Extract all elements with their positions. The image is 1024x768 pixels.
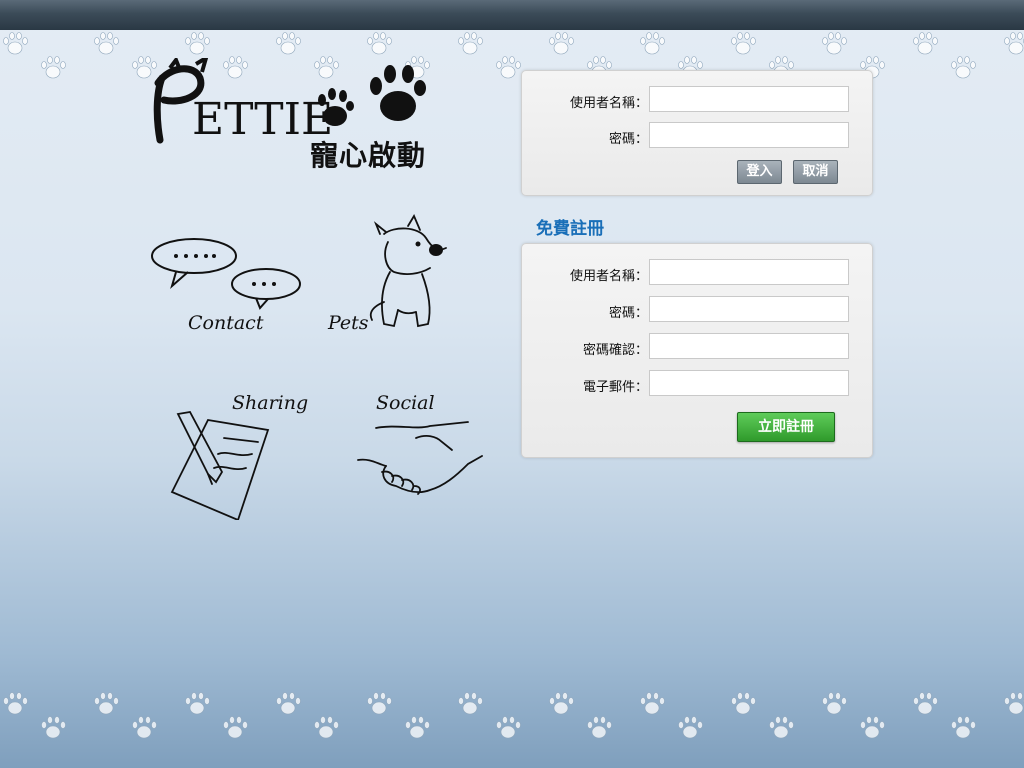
paw-print-icon [404,716,430,740]
paw-print-icon [586,716,612,740]
speech-bubbles-icon [151,238,301,310]
paw-print-icon [548,32,574,56]
paw-prints-icon [318,65,426,126]
paw-print-icon [40,716,66,740]
paw-print-icon [2,32,28,56]
paw-print-icon [457,32,483,56]
register-password-input[interactable] [649,296,849,322]
paw-print-icon [730,692,756,716]
register-submit-button[interactable]: 立即註冊 [737,412,835,442]
paw-print-icon [184,32,210,56]
register-username-label: 使用者名稱： [569,269,648,284]
paw-print-icon [768,716,794,740]
feature-pets: Pets [328,212,458,337]
paw-print-icon [366,692,392,716]
paw-print-icon [93,692,119,716]
register-username-row: 使用者名稱： [522,259,872,287]
feature-social: Social [356,392,486,512]
paw-print-icon [495,56,521,80]
login-username-input[interactable] [649,86,849,112]
login-username-label: 使用者名稱： [569,96,648,111]
paw-print-icon [548,692,574,716]
paw-print-icon [912,692,938,716]
feature-contact-label: Contact [188,312,264,334]
register-confirm-label: 密碼確認： [582,343,648,358]
feature-pets-label: Pets [328,312,369,334]
paw-print-icon [275,692,301,716]
login-password-input[interactable] [649,122,849,148]
login-username-row: 使用者名稱： [522,86,872,114]
register-title: 免費註冊 [536,219,604,239]
pen-paper-icon [170,411,270,520]
paw-print-icon [457,692,483,716]
paw-print-icon [821,692,847,716]
paw-print-icon [1003,692,1024,716]
paw-print-icon [821,32,847,56]
register-email-row: 電子郵件： [522,370,872,398]
paw-print-icon [222,716,248,740]
paw-print-icon [184,692,210,716]
paw-print-icon [639,692,665,716]
paw-pattern-bottom [0,690,1024,740]
login-button[interactable]: 登入 [737,160,782,184]
paw-print-icon [1003,32,1024,56]
feature-sharing: Sharing [168,392,318,527]
paw-print-icon [93,32,119,56]
logo-tagline: 寵心啟動 [310,139,427,172]
register-confirm-input[interactable] [649,333,849,359]
pettie-logo: ETTIE 寵心啟動 [150,58,440,173]
register-email-input[interactable] [649,370,849,396]
handshake-icon [357,421,483,495]
register-password-label: 密碼： [608,306,648,321]
paw-print-icon [912,32,938,56]
paw-print-icon [859,716,885,740]
feature-social-label: Social [376,392,435,414]
login-password-row: 密碼： [522,122,872,150]
paw-print-icon [131,716,157,740]
register-username-input[interactable] [649,259,849,285]
register-email-label: 電子郵件： [582,380,648,395]
register-panel: 使用者名稱： 密碼： 密碼確認： 電子郵件： 立即註冊 [521,243,873,458]
paw-print-icon [313,716,339,740]
paw-print-icon [2,692,28,716]
paw-print-icon [677,716,703,740]
paw-print-icon [950,716,976,740]
cancel-button[interactable]: 取消 [793,160,838,184]
feature-contact: Contact [148,232,308,337]
login-panel: 使用者名稱： 密碼： 登入 取消 [521,70,873,196]
paw-print-icon [639,32,665,56]
login-password-label: 密碼： [608,132,648,147]
register-confirm-row: 密碼確認： [522,333,872,361]
paw-print-icon [950,56,976,80]
paw-print-icon [275,32,301,56]
register-password-row: 密碼： [522,296,872,324]
top-bar [0,0,1024,30]
paw-print-icon [730,32,756,56]
paw-print-icon [366,32,392,56]
paw-print-icon [495,716,521,740]
paw-print-icon [40,56,66,80]
